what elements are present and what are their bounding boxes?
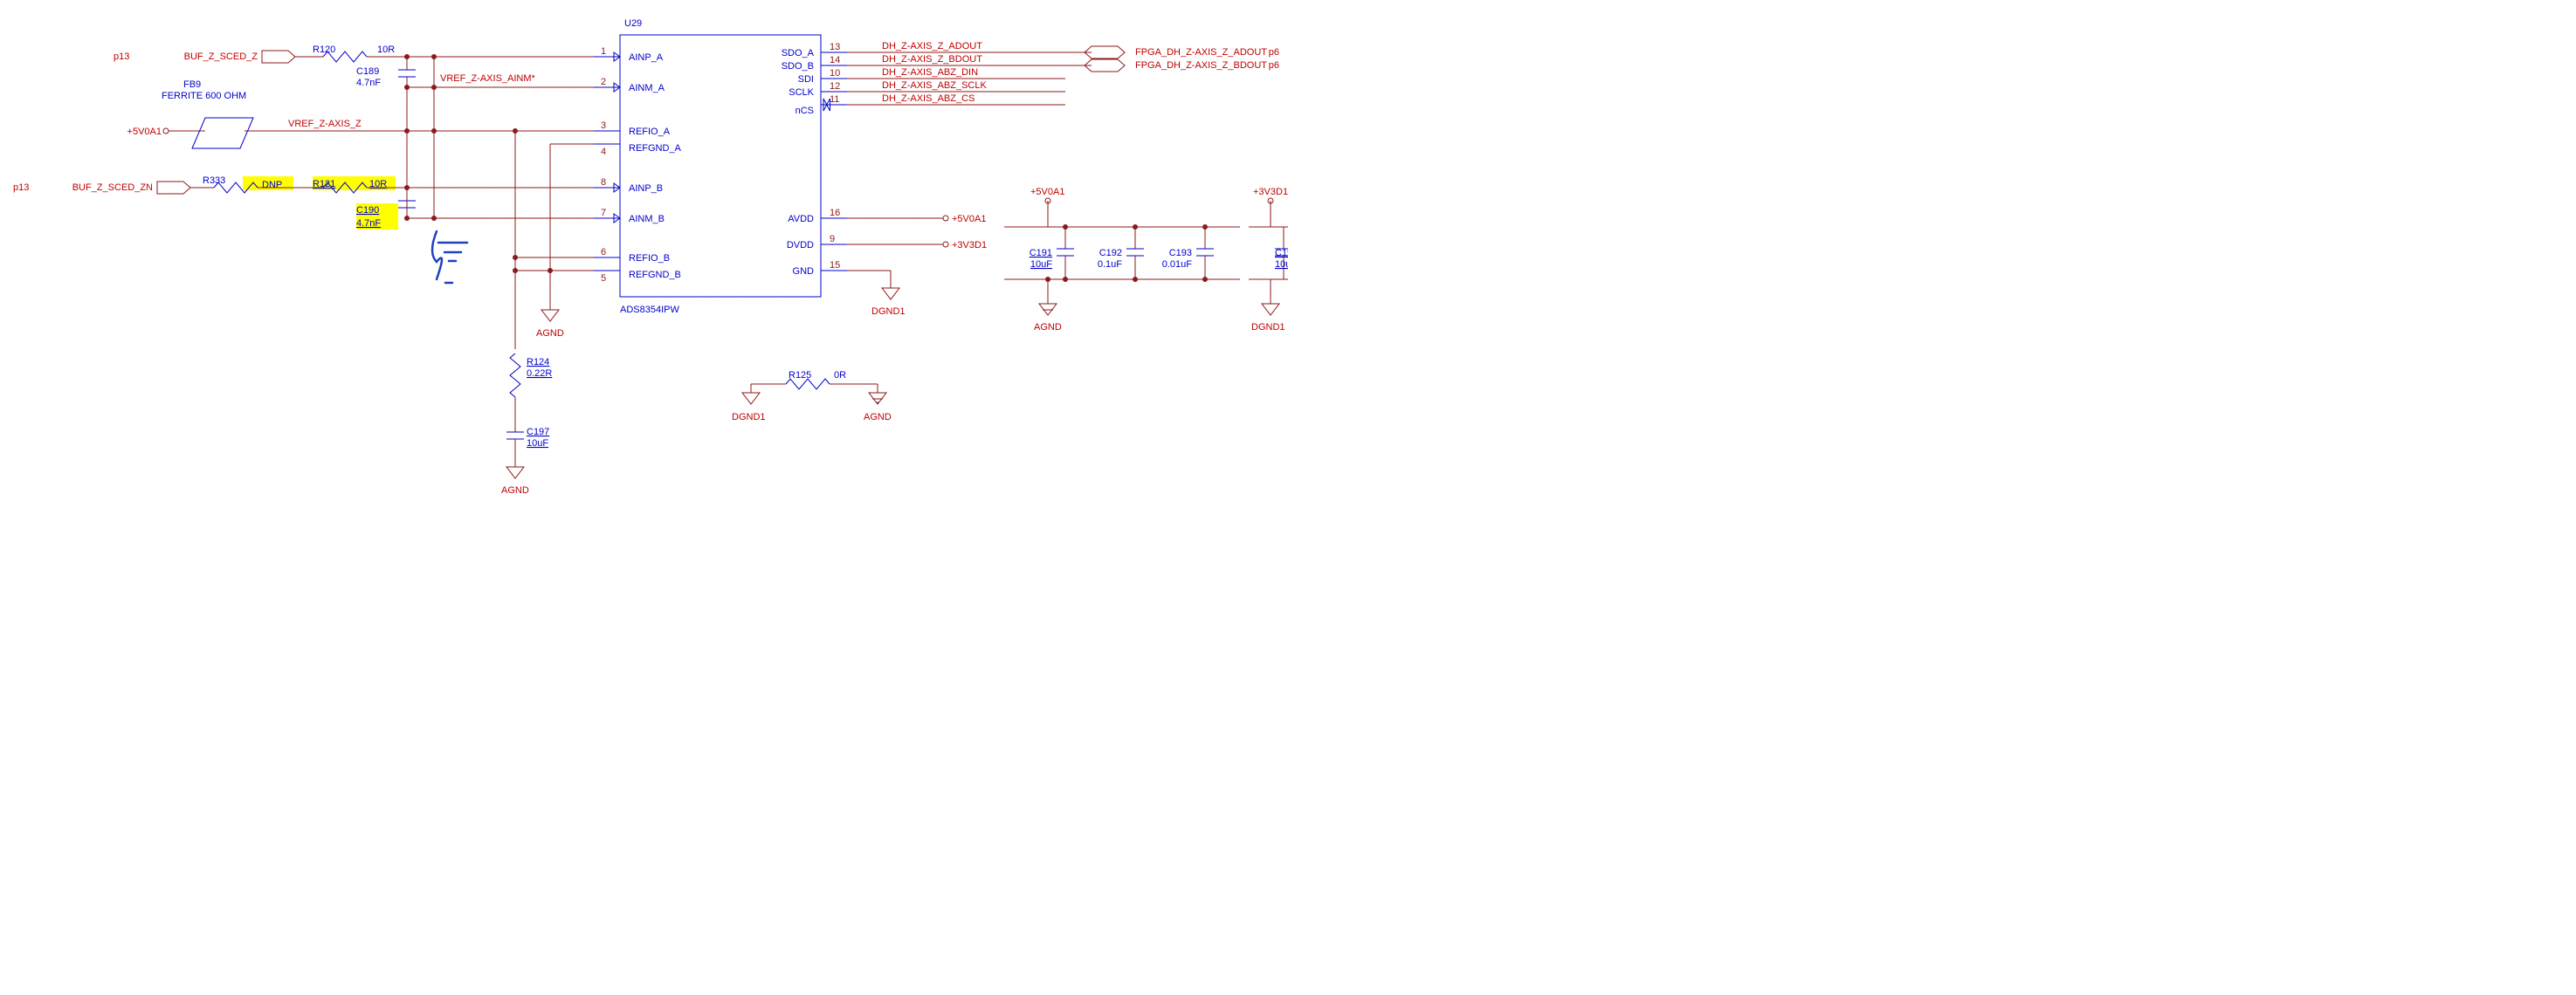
svg-text:+5V0A1: +5V0A1 — [952, 214, 986, 224]
svg-text:VREF_Z-AXIS_AINM*: VREF_Z-AXIS_AINM* — [440, 73, 536, 84]
svg-text:p13: p13 — [13, 182, 29, 193]
svg-text:p6: p6 — [1269, 60, 1279, 71]
svg-text:4: 4 — [601, 147, 606, 157]
svg-text:+3V3D1: +3V3D1 — [1253, 187, 1288, 197]
svg-text:R121: R121 — [313, 179, 335, 189]
svg-text:10uF: 10uF — [1030, 259, 1052, 270]
svg-text:nCS: nCS — [796, 106, 814, 116]
svg-text:3: 3 — [601, 120, 606, 131]
svg-text:C192: C192 — [1099, 248, 1122, 258]
svg-text:SDO_A: SDO_A — [782, 48, 815, 58]
svg-text:+5V0A1: +5V0A1 — [127, 127, 162, 137]
svg-text:15: 15 — [830, 260, 840, 271]
svg-text:p6: p6 — [1269, 47, 1279, 58]
svg-text:AINP_A: AINP_A — [629, 52, 664, 63]
svg-text:6: 6 — [601, 247, 606, 257]
svg-text:9: 9 — [830, 234, 835, 244]
svg-text:4.7nF: 4.7nF — [356, 218, 381, 229]
ic-part: ADS8354IPW — [620, 305, 679, 315]
svg-text:0.1uF: 0.1uF — [1098, 259, 1122, 270]
svg-text:FPGA_DH_Z-AXIS_Z_BDOUT: FPGA_DH_Z-AXIS_Z_BDOUT — [1135, 60, 1267, 71]
svg-text:1: 1 — [601, 46, 606, 57]
svg-text:BUF_Z_SCED_ZN: BUF_Z_SCED_ZN — [72, 182, 153, 193]
svg-text:12: 12 — [830, 81, 840, 92]
svg-text:DGND1: DGND1 — [732, 412, 766, 422]
svg-text:REFIO_B: REFIO_B — [629, 253, 670, 264]
svg-text:13: 13 — [830, 42, 840, 52]
svg-text:FB9: FB9 — [183, 79, 201, 90]
svg-text:DH_Z-AXIS_ABZ_CS: DH_Z-AXIS_ABZ_CS — [882, 93, 975, 104]
svg-text:AGND: AGND — [501, 485, 529, 496]
svg-text:R120: R120 — [313, 45, 335, 55]
svg-text:AVDD: AVDD — [788, 214, 814, 224]
svg-text:REFGND_A: REFGND_A — [629, 143, 682, 154]
svg-text:BUF_Z_SCED_Z: BUF_Z_SCED_Z — [184, 51, 258, 62]
svg-text:REFGND_B: REFGND_B — [629, 270, 681, 280]
svg-text:7: 7 — [601, 208, 606, 218]
svg-text:8: 8 — [601, 177, 606, 188]
svg-text:DGND1: DGND1 — [1251, 322, 1285, 333]
svg-text:11: 11 — [830, 94, 839, 105]
svg-text:5: 5 — [601, 273, 606, 284]
svg-text:AINM_B: AINM_B — [629, 214, 665, 224]
svg-text:SDO_B: SDO_B — [782, 61, 814, 72]
svg-text:VREF_Z-AXIS_Z: VREF_Z-AXIS_Z — [288, 119, 362, 129]
svg-text:DVDD: DVDD — [787, 240, 814, 250]
svg-text:AINP_B: AINP_B — [629, 183, 663, 194]
svg-text:AGND: AGND — [536, 328, 564, 339]
svg-text:14: 14 — [830, 55, 840, 65]
svg-text:AINM_A: AINM_A — [629, 83, 665, 93]
svg-text:DNP: DNP — [262, 180, 282, 190]
svg-text:SDI: SDI — [798, 74, 814, 85]
svg-text:DGND1: DGND1 — [871, 306, 906, 317]
svg-text:p13: p13 — [114, 51, 129, 62]
svg-text:16: 16 — [830, 208, 840, 218]
svg-text:10R: 10R — [377, 45, 395, 55]
svg-text:C191: C191 — [1030, 248, 1052, 258]
svg-text:0.22R: 0.22R — [527, 368, 552, 379]
svg-text:C189: C189 — [356, 66, 379, 77]
svg-text:DH_Z-AXIS_ABZ_DIN: DH_Z-AXIS_ABZ_DIN — [882, 67, 978, 78]
ic-ref: U29 — [624, 18, 642, 29]
svg-text:R124: R124 — [527, 357, 549, 367]
svg-text:4.7nF: 4.7nF — [356, 78, 381, 88]
schematic-canvas: U29 ADS8354IPW 1 AINP_A 2 AINM_A 3 REFIO… — [0, 0, 1288, 498]
svg-text:10: 10 — [830, 68, 840, 79]
svg-text:FERRITE 600 OHM: FERRITE 600 OHM — [162, 91, 246, 101]
svg-text:R333: R333 — [203, 175, 225, 186]
svg-text:0R: 0R — [834, 370, 846, 381]
svg-text:2: 2 — [601, 77, 606, 87]
svg-text:C194: C194 — [1275, 248, 1288, 258]
svg-text:GND: GND — [793, 266, 815, 277]
svg-text:0.01uF: 0.01uF — [1162, 259, 1193, 270]
svg-text:AGND: AGND — [1034, 322, 1062, 333]
svg-text:DH_Z-AXIS_Z_BDOUT: DH_Z-AXIS_Z_BDOUT — [882, 54, 982, 65]
svg-text:REFIO_A: REFIO_A — [629, 127, 671, 137]
svg-text:R125: R125 — [789, 370, 811, 381]
svg-text:SCLK: SCLK — [789, 87, 814, 98]
svg-text:FPGA_DH_Z-AXIS_Z_ADOUT: FPGA_DH_Z-AXIS_Z_ADOUT — [1135, 47, 1267, 58]
svg-text:10uF: 10uF — [1275, 259, 1288, 270]
svg-text:C190: C190 — [356, 205, 379, 216]
svg-text:+5V0A1: +5V0A1 — [1030, 187, 1064, 197]
svg-text:C193: C193 — [1169, 248, 1192, 258]
svg-text:DH_Z-AXIS_ABZ_SCLK: DH_Z-AXIS_ABZ_SCLK — [882, 80, 987, 91]
svg-text:10uF: 10uF — [527, 438, 548, 449]
svg-text:DH_Z-AXIS_Z_ADOUT: DH_Z-AXIS_Z_ADOUT — [882, 41, 982, 51]
svg-text:AGND: AGND — [864, 412, 892, 422]
svg-text:C197: C197 — [527, 427, 549, 437]
svg-text:+3V3D1: +3V3D1 — [952, 240, 987, 250]
